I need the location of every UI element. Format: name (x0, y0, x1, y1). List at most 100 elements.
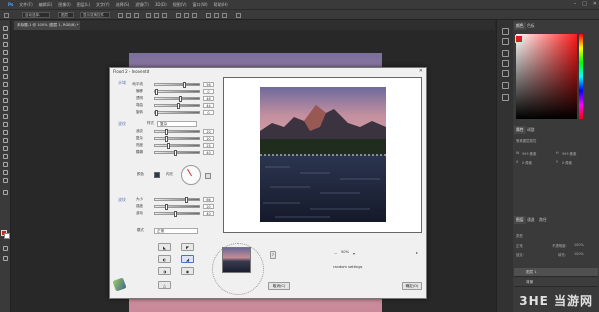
menu-image[interactable]: 图像(I) (58, 2, 70, 8)
path-select-tool-icon[interactable] (3, 154, 8, 159)
libraries-icon[interactable] (502, 82, 509, 89)
character-icon[interactable] (502, 60, 509, 67)
stamp-tool-icon[interactable] (3, 90, 8, 95)
quick-select-tool-icon[interactable] (3, 50, 8, 55)
menu-window[interactable]: 窗口(W) (193, 2, 208, 8)
wave-value[interactable]: 40 (203, 211, 214, 216)
auto-select-checkbox[interactable]: 自动选择: (22, 12, 50, 18)
preset-3-icon[interactable]: ◐ (158, 255, 171, 263)
brightness-value[interactable]: 25 (203, 143, 214, 148)
slider-thumb[interactable] (177, 103, 180, 109)
waves-mode-dropdown[interactable]: 复杂 (157, 121, 197, 127)
3d-mode-icon[interactable] (236, 13, 241, 18)
dodge-tool-icon[interactable] (3, 130, 8, 135)
blend-mode-dropdown[interactable]: 正常 (516, 243, 523, 248)
paragraph-icon[interactable] (502, 70, 509, 77)
shape-tool-icon[interactable] (3, 162, 8, 167)
slider-thumb[interactable] (155, 89, 158, 95)
blur-value[interactable]: 40 (203, 150, 214, 155)
x-value[interactable]: 0 像素 (522, 160, 532, 165)
lasso-tool-icon[interactable] (3, 42, 8, 47)
align-center-icon[interactable] (126, 13, 131, 18)
blur-slider[interactable] (154, 150, 200, 156)
tab-swatches[interactable]: 色板 (525, 22, 537, 30)
menu-select[interactable]: 选择(S) (116, 2, 130, 8)
actions-icon[interactable] (502, 38, 509, 45)
opacity-value[interactable]: 100% (574, 243, 584, 247)
screen-mode-icon[interactable] (3, 256, 8, 261)
slider-thumb[interactable] (174, 150, 177, 156)
wave-slider[interactable] (154, 211, 200, 217)
rotation-slider[interactable] (154, 110, 200, 116)
perspective-value[interactable]: 46 (203, 96, 214, 101)
preset-7-icon[interactable]: △ (158, 281, 171, 289)
menu-3d[interactable]: 3D(D) (155, 2, 167, 7)
align-bottom-icon[interactable] (162, 13, 167, 18)
preset-6-icon[interactable]: ◉ (181, 267, 194, 275)
color-field[interactable] (516, 34, 577, 119)
more-tools-icon[interactable] (3, 190, 8, 195)
eraser-tool-icon[interactable] (3, 106, 8, 111)
hue-slider[interactable] (579, 34, 583, 119)
slider-thumb[interactable] (185, 197, 188, 203)
slider-thumb[interactable] (167, 143, 170, 149)
expand-icon[interactable]: ▸ (416, 250, 421, 255)
brush-settings-icon[interactable] (502, 50, 509, 57)
history-icon[interactable] (502, 28, 509, 35)
move-tool-icon[interactable] (4, 13, 9, 18)
hand-tool-icon[interactable] (3, 170, 8, 175)
distribute-icon[interactable] (222, 13, 227, 18)
gradient-tool-icon[interactable] (3, 114, 8, 119)
altitude-value[interactable]: 44 (203, 103, 214, 108)
zoom-out-icon[interactable]: − (334, 251, 338, 257)
ps-logo-icon[interactable]: Ps (8, 2, 13, 7)
preset-4-icon[interactable]: ◢ (181, 255, 194, 263)
layer-select-dropdown[interactable]: 图层 (58, 12, 74, 18)
minimize-icon[interactable]: – (574, 1, 577, 7)
marquee-tool-icon[interactable] (3, 34, 8, 39)
y-value[interactable]: 0 像素 (562, 160, 572, 165)
preset-5-icon[interactable]: ◑ (158, 267, 171, 275)
menu-help[interactable]: 帮助(H) (214, 2, 228, 8)
slider-thumb[interactable] (179, 96, 182, 102)
background-color-swatch[interactable] (4, 233, 10, 239)
tab-adjustments[interactable]: 调整 (525, 126, 537, 134)
zoom-value[interactable]: 50% (341, 250, 349, 256)
glow-direction-dial[interactable] (181, 165, 201, 185)
menu-type[interactable]: 文字(Y) (96, 2, 110, 8)
brush-tool-icon[interactable] (3, 82, 8, 87)
offset-slider[interactable] (154, 89, 200, 95)
distribute-icon[interactable] (206, 13, 211, 18)
eyedropper-tool-icon[interactable] (3, 66, 8, 71)
quick-mask-icon[interactable] (3, 246, 8, 251)
slider-thumb[interactable] (183, 82, 186, 88)
move-tool-icon[interactable] (3, 26, 8, 31)
height-value[interactable]: 999 像素 (562, 151, 576, 156)
size-value[interactable]: 66 (203, 197, 214, 202)
rotation-value[interactable]: 0 (203, 110, 214, 115)
complexity-slider[interactable] (154, 136, 200, 142)
distribute-icon[interactable] (184, 13, 189, 18)
layer-row[interactable]: 图层 1 (514, 268, 598, 277)
close-icon[interactable]: ✕ (419, 68, 423, 74)
size-slider[interactable] (154, 197, 200, 203)
intensity-slider[interactable] (154, 204, 200, 210)
tab-channels[interactable]: 通道 (525, 216, 537, 224)
help-button[interactable]: ? (270, 251, 276, 259)
intensity-value[interactable]: 20 (203, 204, 214, 209)
menu-layer[interactable]: 图层(L) (77, 2, 90, 8)
healing-tool-icon[interactable] (3, 74, 8, 79)
ok-button[interactable]: 确定(O) (402, 282, 422, 290)
glow-color-swatch[interactable] (205, 173, 211, 179)
menu-view[interactable]: 视图(V) (173, 2, 187, 8)
waviness-value[interactable]: 20 (203, 129, 214, 134)
slider-thumb[interactable] (165, 129, 168, 135)
fill-value[interactable]: 100% (574, 252, 584, 256)
horizon-value[interactable]: 56 (203, 82, 214, 87)
align-top-icon[interactable] (146, 13, 151, 18)
preview-image[interactable] (260, 87, 386, 222)
preset-1-icon[interactable]: ◣ (158, 243, 171, 251)
layer-kind-filter[interactable]: 类型 (516, 233, 523, 238)
align-right-icon[interactable] (134, 13, 139, 18)
slider-thumb[interactable] (174, 211, 177, 217)
